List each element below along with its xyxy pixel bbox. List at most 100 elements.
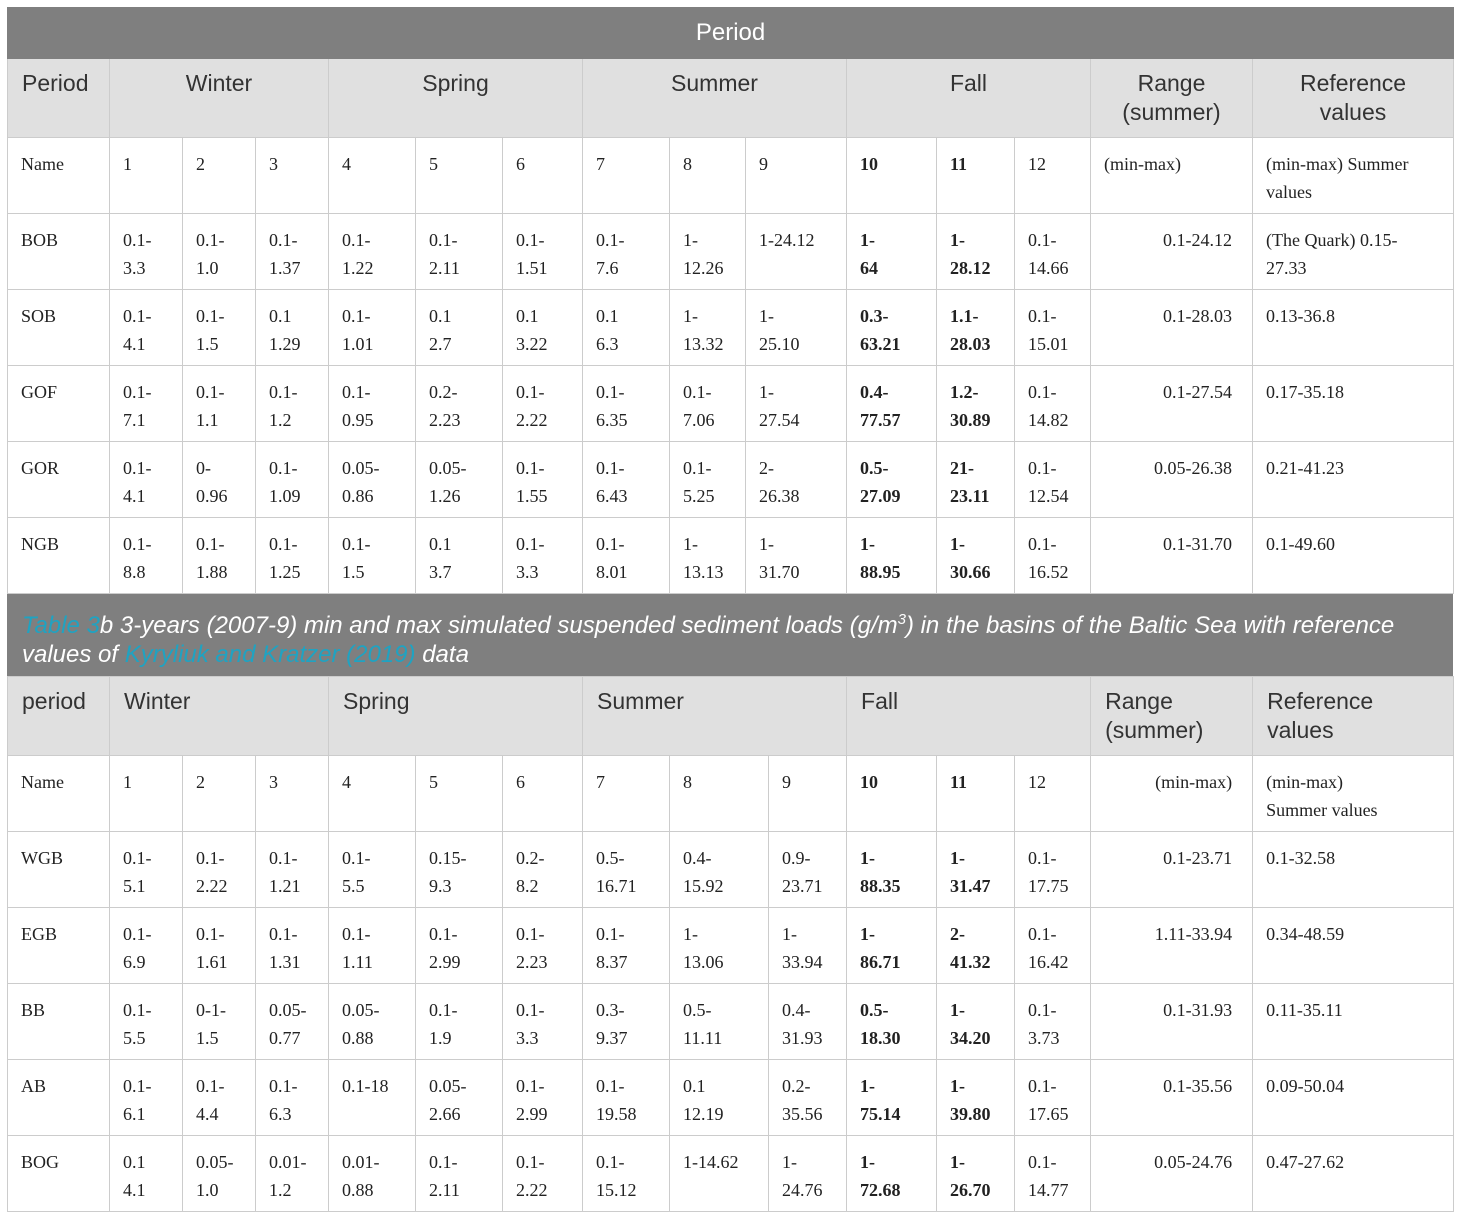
table-row: GOR 0.1- 4.1 0- 0.96 0.1- 1.09 0.05- 0.86 0.05- 1.… [7, 441, 1455, 518]
data-cell: 0.1- 16.52 [1014, 517, 1091, 594]
data-cell: 1- 28.12 [936, 213, 1015, 290]
data-cell: 0.21-41.23 [1251, 441, 1455, 518]
data-cell: 2- 41.32 [936, 907, 1016, 984]
data-cell: WGB [7, 831, 110, 908]
subheader-cell: 6 [502, 755, 584, 832]
data-cell: 1- 34.20 [936, 983, 1016, 1060]
subheader-cell: 11 [936, 755, 1016, 832]
data-cell: 0.1 3.22 [502, 289, 583, 366]
data-cell: 0.3- 63.21 [846, 289, 937, 366]
column-header: Summer [582, 58, 847, 138]
data-cell: 0.1- 2.22 [182, 831, 256, 908]
subheader-cell: 3 [255, 137, 329, 214]
data-cell: 1- 86.71 [846, 907, 938, 984]
data-cell: 0.1-23.71 [1090, 831, 1254, 908]
subheader-cell: 11 [936, 137, 1015, 214]
data-cell: 0.1-27.54 [1090, 365, 1253, 442]
data-cell: 1-14.62 [669, 1135, 770, 1212]
data-cell: 1- 13.06 [669, 907, 770, 984]
data-cell: 0.1- 5.5 [328, 831, 417, 908]
data-cell: 0.1- 7.06 [669, 365, 746, 442]
period-title-bar: Period [6, 7, 1455, 59]
column-header: Reference values [1252, 676, 1455, 756]
data-cell: 0.1- 8.37 [582, 907, 671, 984]
data-cell: 0.4- 15.92 [669, 831, 770, 908]
data-cell: EGB [7, 907, 110, 984]
data-cell: 1- 30.66 [936, 517, 1015, 594]
data-cell: 0.1- 14.66 [1014, 213, 1091, 290]
data-cell: 0.17-35.18 [1251, 365, 1455, 442]
data-cell: 0.1- 14.82 [1014, 365, 1091, 442]
data-cell: 0.1 2.7 [415, 289, 503, 366]
data-cell: 0.1-35.56 [1090, 1059, 1254, 1136]
subheader-cell: 8 [669, 137, 746, 214]
table-caption: Table 3b 3-years (2007-9) min and max si… [7, 594, 1453, 676]
data-cell: 1- 24.76 [768, 1135, 848, 1212]
subheader-cell: 12 [1014, 137, 1091, 214]
data-cell: 0.1- 1.0 [182, 213, 256, 290]
data-cell: 0.1- 1.1 [182, 365, 256, 442]
data-cell: 0.1- 1.22 [328, 213, 416, 290]
data-cell: 0.2- 2.23 [415, 365, 503, 442]
data-cell: 0.1- 16.42 [1014, 907, 1092, 984]
data-cell: 0.1- 3.3 [502, 517, 583, 594]
subheader-cell: 7 [582, 755, 671, 832]
data-cell: 0.1- 3.73 [1014, 983, 1092, 1060]
table-row: GOF 0.1- 7.1 0.1- 1.1 0.1- 1.2 0.1- 0.95 0.2- 2.23… [7, 365, 1455, 442]
column-header: Winter [109, 58, 329, 138]
caption-table-link[interactable]: Table 3 [22, 612, 100, 639]
data-cell: 0.1-32.58 [1252, 831, 1455, 908]
data-cell: 0.05- 1.26 [415, 441, 503, 518]
data-cell: 21- 23.11 [936, 441, 1015, 518]
data-cell: 1.2- 30.89 [936, 365, 1015, 442]
table-row: NGB 0.1- 8.8 0.1- 1.88 0.1- 1.25 0.1- 1.5 0.1 3.7 0… [7, 517, 1455, 594]
data-cell: 1- 72.68 [846, 1135, 938, 1212]
data-cell: 0.1- 3.3 [502, 983, 584, 1060]
data-cell: 1- 13.13 [669, 517, 746, 594]
data-cell: 0.05-26.38 [1090, 441, 1253, 518]
data-cell: 0.1 1.29 [255, 289, 329, 366]
subheader-cell: 10 [846, 137, 937, 214]
data-cell: 1- 75.14 [846, 1059, 938, 1136]
data-cell: 1- 33.94 [768, 907, 848, 984]
data-tables: Period Period Winter Spring Summer Fall Range… [6, 7, 1455, 1212]
data-cell: 0.1- 14.77 [1014, 1135, 1092, 1212]
table-3a: Period Period Winter Spring Summer Fall Range… [6, 7, 1455, 594]
subheader-cell: 12 [1014, 755, 1092, 832]
data-cell: 0.1- 1.5 [328, 517, 416, 594]
caption-citation-link[interactable]: Kyryliuk and Kratzer (2019) [125, 641, 416, 668]
data-cell: 0.1- 2.23 [502, 907, 584, 984]
data-cell: 0.4- 77.57 [846, 365, 937, 442]
data-cell: 0.1- 1.9 [415, 983, 504, 1060]
subheader-cell: (min-max) Summer values [1252, 755, 1455, 832]
data-cell: 0.2- 35.56 [768, 1059, 848, 1136]
table-row: EGB 0.1- 6.9 0.1- 1.61 0.1- 1.31 0.1- 1.11 0.1- 2.… [7, 907, 1455, 984]
column-header: Period [7, 58, 110, 138]
data-cell: 0.2- 8.2 [502, 831, 584, 908]
data-cell: 0.05- 0.88 [328, 983, 417, 1060]
data-cell: 0.1- 1.25 [255, 517, 329, 594]
table-row: SOB 0.1- 4.1 0.1- 1.5 0.1 1.29 0.1- 1.01 0.1 2.7 0.… [7, 289, 1455, 366]
data-cell: 0.1- 1.21 [254, 831, 330, 908]
data-cell: 0.05- 1.0 [182, 1135, 256, 1212]
data-cell: 0.1- 1.55 [502, 441, 583, 518]
data-cell: 0.1- 7.6 [582, 213, 670, 290]
data-cell: 1- 31.70 [745, 517, 847, 594]
data-cell: 1- 88.95 [846, 517, 937, 594]
data-cell: 0.1-31.93 [1090, 983, 1254, 1060]
data-cell: 0.1 12.19 [669, 1059, 770, 1136]
data-cell: 0.1- 1.31 [254, 907, 330, 984]
subheader-cell: 2 [182, 755, 256, 832]
data-cell: 0.1- 17.75 [1014, 831, 1092, 908]
data-cell: 0.1- 6.9 [109, 907, 183, 984]
data-cell: 0.1- 4.1 [109, 441, 183, 518]
table-3b: period Winter Spring Summer Fall Range (summer… [7, 676, 1455, 1212]
data-cell: 1- 31.47 [936, 831, 1016, 908]
data-cell: 0.1-31.70 [1090, 517, 1253, 594]
table-row: BOB 0.1- 3.3 0.1- 1.0 0.1- 1.37 0.1- 1.22 0.1- 2.1… [7, 213, 1455, 290]
data-cell: SOB [7, 289, 110, 366]
data-cell: 0.1- 17.65 [1014, 1059, 1092, 1136]
column-header: Fall [846, 676, 1092, 756]
data-cell: 0.1- 1.01 [328, 289, 416, 366]
subheader-cell: 9 [768, 755, 848, 832]
